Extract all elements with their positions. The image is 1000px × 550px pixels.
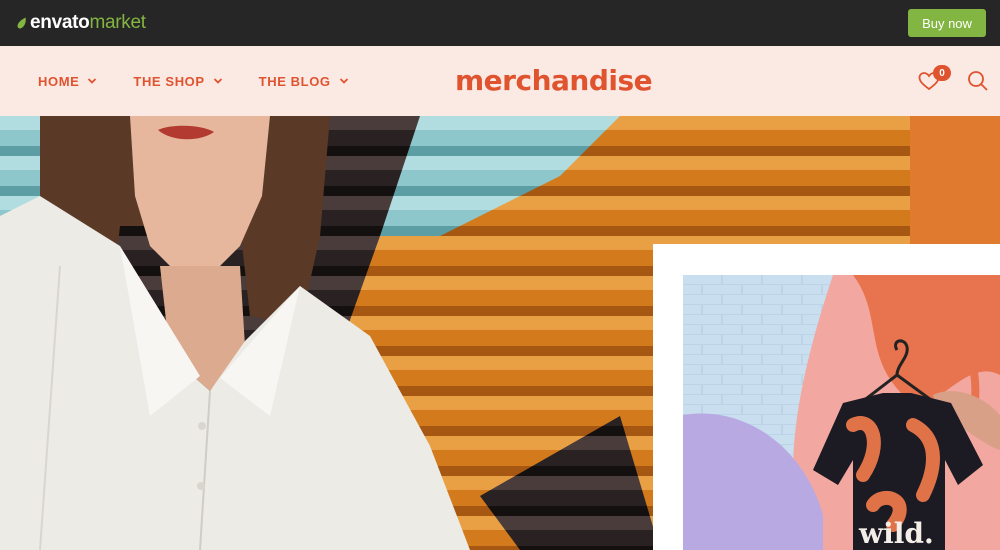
search-icon[interactable] — [967, 70, 989, 92]
nav-item-label: THE BLOG — [258, 73, 331, 89]
nav-item-the-shop[interactable]: THE SHOP — [133, 74, 222, 89]
site-logo[interactable]: merchandise — [455, 64, 653, 97]
envato-brand-text: envato — [30, 12, 90, 33]
buy-now-button[interactable]: Buy now — [908, 9, 986, 37]
nav-item-the-blog[interactable]: THE BLOG — [259, 74, 349, 89]
nav-item-label: HOME — [38, 73, 80, 89]
envato-logo[interactable]: envato market — [17, 12, 146, 34]
inset-card: wild. — [653, 244, 1000, 550]
chevron-down-icon — [213, 78, 222, 84]
envato-leaf-icon — [17, 17, 26, 29]
site-header: HOME THE SHOP THE BLOG merchandise 0 — [0, 46, 1000, 116]
nav-item-home[interactable]: HOME — [38, 74, 97, 89]
wishlist-count-badge: 0 — [933, 65, 951, 81]
main-nav: HOME THE SHOP THE BLOG — [38, 46, 385, 116]
chevron-down-icon — [88, 78, 97, 84]
envato-market-text: market — [89, 12, 146, 33]
tshirt-print-text: wild. — [858, 517, 934, 550]
envato-top-bar: envato market Buy now — [0, 0, 1000, 46]
inset-photo-tshirt: wild. — [683, 275, 1000, 550]
hero-banner: wild. — [0, 116, 1000, 550]
nav-item-label: THE SHOP — [133, 73, 205, 89]
chevron-down-icon — [339, 78, 348, 84]
